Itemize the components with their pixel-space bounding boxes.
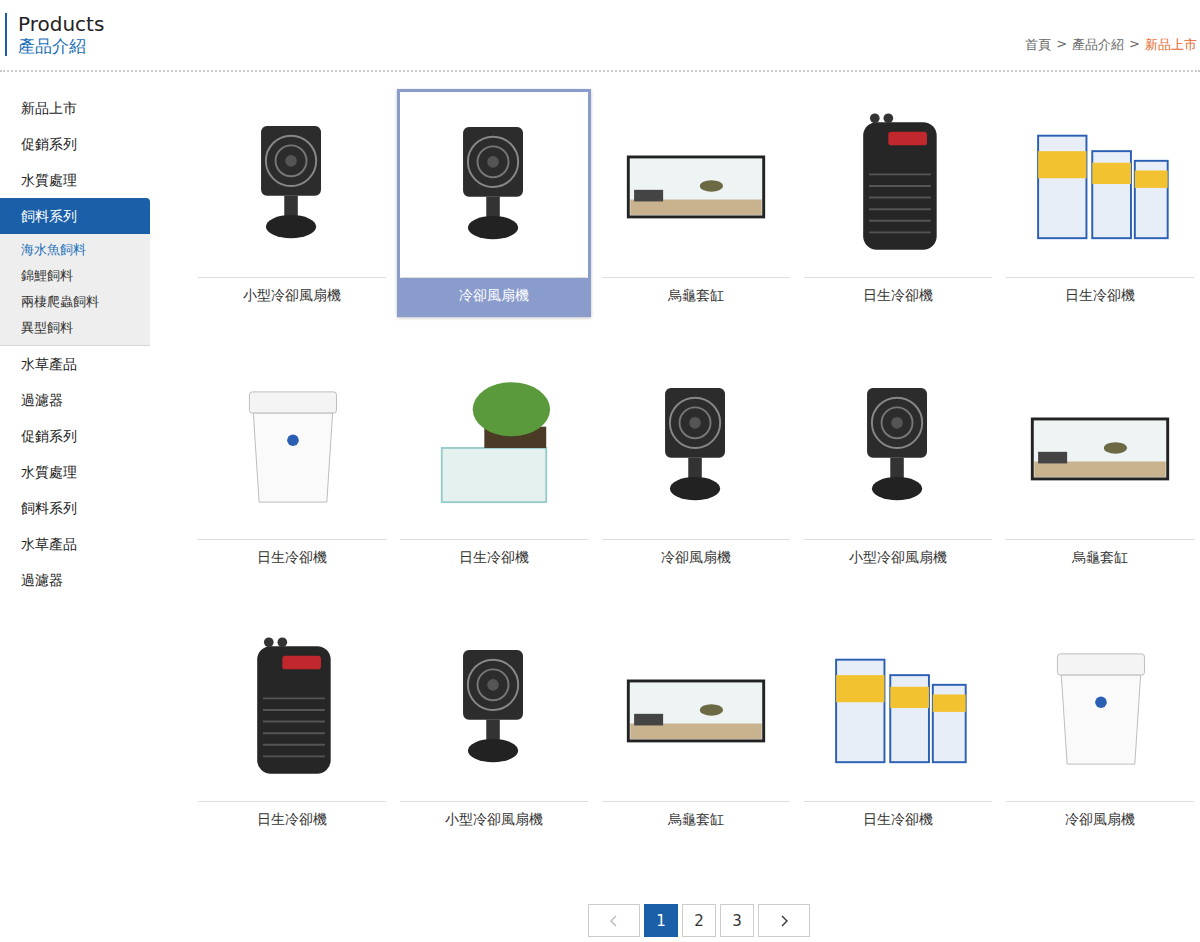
plant-icon: [403, 359, 585, 535]
product-name: 冷卻風扇機: [602, 540, 790, 576]
product-name: 小型冷卻風扇機: [804, 540, 992, 576]
product-name: 小型冷卻風扇機: [400, 802, 588, 838]
pagination: 123: [198, 904, 1200, 938]
product-name: 日生冷卻機: [1006, 278, 1194, 314]
product-name: 烏龜套缸: [602, 278, 790, 314]
page-button[interactable]: 2: [682, 904, 716, 937]
product-card[interactable]: 日生冷卻機: [1003, 89, 1197, 317]
product-image: [1006, 92, 1194, 278]
breadcrumb-separator: >: [1129, 36, 1140, 54]
breadcrumb-item[interactable]: 首頁: [1025, 36, 1051, 54]
salt-icon: [1009, 97, 1191, 273]
product-name: 日生冷卻機: [804, 802, 992, 838]
sidebar-item[interactable]: 新品上市: [0, 90, 150, 126]
page: Products 產品介紹 首頁 > 產品介紹 > 新品上市 新品上市 促銷系列 水…: [0, 0, 1200, 938]
product-image: [804, 92, 992, 278]
product-name: 日生冷卻機: [198, 540, 386, 576]
sidebar-item[interactable]: 水質處理: [0, 162, 150, 198]
product-card[interactable]: 冷卻風扇機: [599, 351, 793, 579]
product-name: 烏龜套缸: [602, 802, 790, 838]
sidebar: 新品上市 促銷系列 水質處理 飼料系列 海水魚飼料錦鯉飼料兩棲爬蟲飼料異型飼料水…: [0, 72, 150, 938]
product-image: [804, 354, 992, 540]
product-card[interactable]: 日生冷卻機: [397, 351, 591, 579]
breadcrumb-item[interactable]: 新品上市: [1145, 36, 1197, 54]
sidebar-item[interactable]: 過濾器: [0, 562, 150, 598]
product-card[interactable]: 冷卻風扇機: [1003, 613, 1197, 841]
product-image: [1006, 354, 1194, 540]
sidebar-item[interactable]: 水質處理: [0, 454, 150, 490]
tank-icon: [1009, 359, 1191, 535]
sidebar-item[interactable]: 水草產品: [0, 526, 150, 562]
fan-icon: [403, 98, 585, 274]
sidebar-item[interactable]: 水草產品: [0, 346, 150, 382]
breadcrumb-separator: >: [1056, 36, 1067, 54]
fan-icon: [807, 359, 989, 535]
product-card[interactable]: 日生冷卻機: [195, 351, 389, 579]
product-card[interactable]: 小型冷卻風扇機: [397, 613, 591, 841]
product-image: [602, 616, 790, 802]
chevron-right-icon: [779, 915, 789, 927]
product-name: 冷卻風扇機: [400, 278, 588, 314]
product-card[interactable]: 冷卻風扇機: [397, 89, 591, 317]
sidebar-item[interactable]: 飼料系列: [0, 198, 150, 234]
bucket-icon: [1009, 621, 1191, 797]
tank-icon: [605, 97, 787, 273]
product-name: 小型冷卻風扇機: [198, 278, 386, 314]
chiller-icon: [807, 97, 989, 273]
page-heading: Products 產品介紹: [5, 13, 104, 56]
product-name: 冷卻風扇機: [1006, 802, 1194, 838]
fan-icon: [403, 621, 585, 797]
product-card[interactable]: 日生冷卻機: [195, 613, 389, 841]
next-page-button[interactable]: [758, 904, 810, 937]
page-header: Products 產品介紹 首頁 > 產品介紹 > 新品上市: [0, 0, 1200, 72]
tank-icon: [605, 621, 787, 797]
product-image: [1006, 616, 1194, 802]
product-grid: 小型冷卻風扇機 冷卻風扇機 烏龜套缸 日生冷卻機 日生冷卻機 日生冷卻機 日生冷…: [198, 92, 1200, 838]
product-image: [198, 354, 386, 540]
product-image: [602, 92, 790, 278]
page-subtitle: 產品介紹: [18, 37, 104, 56]
page-title: Products: [18, 13, 104, 35]
breadcrumb: 首頁 > 產品介紹 > 新品上市: [1025, 36, 1197, 56]
sidebar-subitem[interactable]: 錦鯉飼料: [0, 263, 150, 289]
bucket-icon: [201, 359, 383, 535]
page-button[interactable]: 3: [720, 904, 754, 937]
content: 新品上市 促銷系列 水質處理 飼料系列 海水魚飼料錦鯉飼料兩棲爬蟲飼料異型飼料水…: [0, 72, 1200, 938]
product-image: [400, 616, 588, 802]
product-name: 烏龜套缸: [1006, 540, 1194, 576]
product-card[interactable]: 小型冷卻風扇機: [195, 89, 389, 317]
product-card[interactable]: 烏龜套缸: [1003, 351, 1197, 579]
product-card[interactable]: 烏龜套缸: [599, 613, 793, 841]
product-image: [602, 354, 790, 540]
product-image: [804, 616, 992, 802]
sidebar-item[interactable]: 過濾器: [0, 382, 150, 418]
product-area: 小型冷卻風扇機 冷卻風扇機 烏龜套缸 日生冷卻機 日生冷卻機 日生冷卻機 日生冷…: [150, 72, 1200, 938]
page-button[interactable]: 1: [644, 904, 678, 937]
product-image: [198, 92, 386, 278]
chevron-left-icon: [609, 915, 619, 927]
product-card[interactable]: 日生冷卻機: [801, 89, 995, 317]
product-card[interactable]: 小型冷卻風扇機: [801, 351, 995, 579]
salt-icon: [807, 621, 989, 797]
product-name: 日生冷卻機: [400, 540, 588, 576]
sidebar-subitem[interactable]: 兩棲爬蟲飼料: [0, 289, 150, 315]
sidebar-subitem[interactable]: 異型飼料: [0, 315, 150, 341]
sidebar-submenu: 海水魚飼料錦鯉飼料兩棲爬蟲飼料異型飼料: [0, 234, 150, 346]
product-image: [400, 92, 588, 278]
breadcrumb-item[interactable]: 產品介紹: [1072, 36, 1124, 54]
fan-icon: [201, 97, 383, 273]
product-card[interactable]: 烏龜套缸: [599, 89, 793, 317]
product-image: [400, 354, 588, 540]
product-name: 日生冷卻機: [804, 278, 992, 314]
prev-page-button[interactable]: [588, 904, 640, 937]
chiller-icon: [201, 621, 383, 797]
product-image: [198, 616, 386, 802]
sidebar-subitem[interactable]: 海水魚飼料: [0, 237, 150, 263]
sidebar-item[interactable]: 飼料系列: [0, 490, 150, 526]
sidebar-item[interactable]: 促銷系列: [0, 418, 150, 454]
sidebar-item[interactable]: 促銷系列: [0, 126, 150, 162]
product-card[interactable]: 日生冷卻機: [801, 613, 995, 841]
fan-icon: [605, 359, 787, 535]
product-name: 日生冷卻機: [198, 802, 386, 838]
